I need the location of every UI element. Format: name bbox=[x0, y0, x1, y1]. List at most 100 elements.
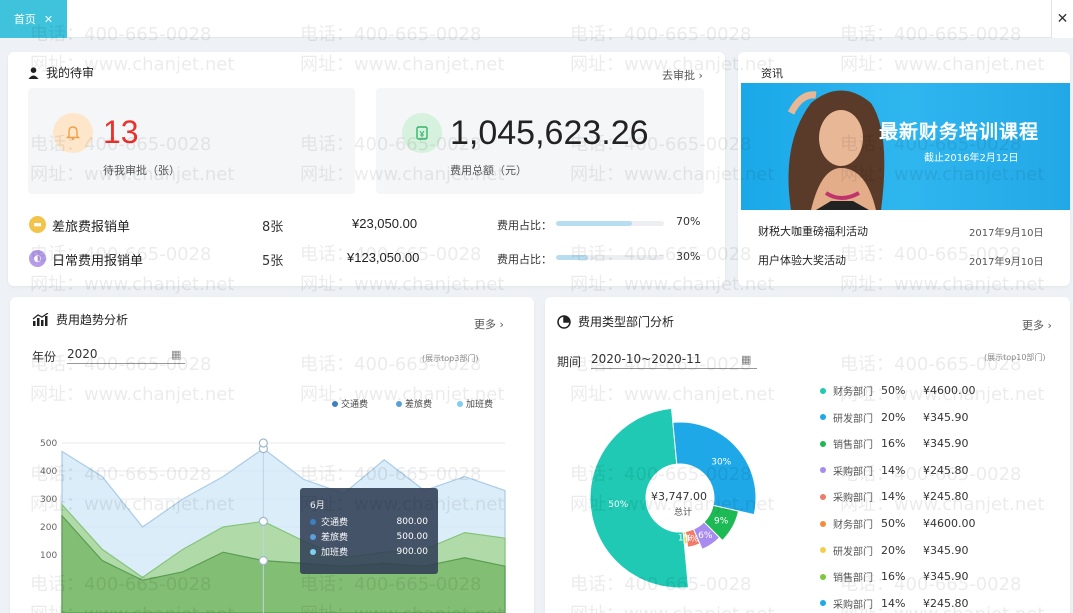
dept-legend-value: ¥345.90 bbox=[923, 570, 969, 584]
dept-hint: (展示top10部门) bbox=[984, 353, 1046, 362]
legend-transport: 交通费 bbox=[332, 397, 368, 410]
go-approve-link[interactable]: 去审批 › bbox=[662, 67, 703, 83]
dept-more-link[interactable]: 更多 › bbox=[1022, 317, 1052, 333]
top-tab-bar: 首页 ✕ ✕ bbox=[0, 0, 1073, 38]
tooltip-row-travel: 差旅费 500.00 bbox=[310, 530, 428, 543]
dept-legend-dot bbox=[820, 573, 826, 580]
dept-legend-value: ¥345.90 bbox=[923, 410, 969, 424]
dept-legend-row[interactable]: 财务部门 50% ¥4600.00 bbox=[820, 516, 993, 531]
total-label: 费用总额（元） bbox=[450, 164, 527, 177]
pending-label: 待我审批（张） bbox=[103, 164, 180, 177]
tooltip-overtime-name: 加班费 bbox=[321, 548, 349, 558]
dept-legend-name: 销售部门 bbox=[833, 573, 873, 585]
approval-title: 我的待审 bbox=[28, 64, 94, 81]
banner-title: 最新财务培训课程 bbox=[879, 121, 1040, 143]
dept-legend-dot bbox=[820, 520, 826, 527]
daily-expense-icon: ◐ bbox=[29, 250, 46, 267]
year-picker[interactable]: 2020 bbox=[67, 347, 185, 364]
tooltip-row-overtime: 加班费 900.00 bbox=[310, 545, 428, 558]
dept-legend-name: 财务部门 bbox=[833, 387, 873, 398]
dept-legend-name: 财务部门 bbox=[833, 520, 873, 531]
dept-legend-value: ¥245.80 bbox=[923, 596, 969, 610]
dept-legend-row[interactable]: 财务部门 50% ¥4600.00 bbox=[820, 383, 993, 398]
legend-transport-label: 交通费 bbox=[341, 400, 369, 410]
dept-legend-name: 研发部门 bbox=[833, 546, 873, 558]
dept-legend-name: 采购部门 bbox=[833, 493, 873, 505]
period-calendar-icon[interactable]: ▦ bbox=[741, 353, 751, 366]
period-label: 期间 bbox=[557, 355, 582, 369]
tooltip-overtime-value: 900.00 bbox=[396, 546, 429, 557]
legend-travel-label: 差旅费 bbox=[405, 400, 433, 410]
dept-legend-dot bbox=[820, 387, 826, 394]
donut-slice-label: 9% bbox=[714, 517, 729, 527]
pie-chart-icon bbox=[557, 314, 571, 329]
daily-expense-ratio-bar bbox=[556, 255, 664, 260]
wallet-icon bbox=[402, 113, 442, 153]
dept-legend-value: ¥345.90 bbox=[923, 543, 969, 557]
dept-legend-dot bbox=[820, 414, 826, 421]
dept-legend-pct: 14% bbox=[881, 490, 906, 504]
trend-title: 费用趋势分析 bbox=[32, 311, 128, 328]
dept-legend-row[interactable]: 研发部门 20% ¥345.90 bbox=[820, 410, 993, 425]
travel-expense-ratio-bar bbox=[556, 221, 664, 226]
dept-legend-row[interactable]: 采购部门 14% ¥245.80 bbox=[820, 596, 993, 611]
legend-travel: 差旅费 bbox=[396, 397, 432, 410]
total-amount: 1,045,623.26 bbox=[450, 114, 649, 152]
bell-icon bbox=[53, 113, 93, 153]
legend-travel-dot bbox=[396, 400, 402, 407]
dept-legend-row[interactable]: 采购部门 14% ¥245.80 bbox=[820, 463, 993, 478]
donut-center-value: ¥3,747.00 bbox=[651, 490, 707, 503]
trend-chart-icon bbox=[32, 313, 49, 326]
dept-legend-pct: 20% bbox=[881, 543, 906, 557]
dept-title: 费用类型部门分析 bbox=[557, 313, 674, 330]
dept-legend-row[interactable]: 采购部门 14% ¥245.80 bbox=[820, 489, 993, 504]
tooltip-travel-value: 500.00 bbox=[396, 531, 429, 542]
donut-slice-label: 6% bbox=[698, 531, 713, 541]
news-banner[interactable]: 最新财务培训课程 截止2016年2月12日 bbox=[741, 83, 1070, 210]
daily-expense-count: 5张 bbox=[262, 254, 284, 269]
trend-more-link[interactable]: 更多 › bbox=[474, 316, 504, 332]
dept-title-text: 费用类型部门分析 bbox=[578, 315, 675, 329]
dept-legend-pct: 16% bbox=[881, 570, 906, 584]
donut-slice-label: 30% bbox=[711, 458, 731, 468]
pending-count: 13 bbox=[103, 114, 139, 150]
model-portrait-image bbox=[787, 90, 885, 210]
travel-expense-ratio-label: 费用占比： bbox=[497, 219, 552, 232]
dept-legend-row[interactable]: 研发部门 20% ¥345.90 bbox=[820, 543, 993, 558]
daily-expense-name[interactable]: 日常费用报销单 bbox=[52, 250, 143, 269]
daily-expense-ratio-label: 费用占比： bbox=[497, 253, 552, 266]
news-title: 资讯 bbox=[761, 67, 783, 80]
dept-legend-value: ¥4600.00 bbox=[923, 517, 976, 530]
dept-legend-dot bbox=[820, 440, 826, 447]
tab-home[interactable]: 首页 ✕ bbox=[0, 0, 67, 38]
trend-card bbox=[10, 297, 534, 613]
dept-legend-row[interactable]: 销售部门 16% ¥345.90 bbox=[820, 436, 993, 451]
period-picker[interactable]: 2020-10~2020-11 bbox=[591, 352, 757, 369]
news-item-2-title[interactable]: 用户体验大奖活动 bbox=[758, 252, 846, 268]
tooltip-overtime-dot bbox=[310, 548, 316, 555]
tab-close-icon[interactable]: ✕ bbox=[44, 13, 53, 26]
dept-legend-name: 采购部门 bbox=[833, 599, 873, 611]
travel-expense-name[interactable]: 差旅费报销单 bbox=[52, 216, 130, 235]
trend-hint: (展示top3部门) bbox=[422, 354, 479, 363]
tooltip-row-transport: 交通费 800.00 bbox=[310, 515, 428, 528]
banner-subtitle: 截止2016年2月12日 bbox=[924, 153, 1019, 164]
tooltip-transport-name: 交通费 bbox=[321, 518, 349, 528]
calendar-icon[interactable]: ▦ bbox=[171, 348, 181, 361]
dept-legend-name: 研发部门 bbox=[833, 413, 873, 425]
window-close-icon[interactable]: ✕ bbox=[1051, 0, 1073, 38]
daily-expense-ratio-text: 30% bbox=[676, 250, 701, 263]
travel-expense-count: 8张 bbox=[262, 220, 284, 235]
dept-legend-pct: 20% bbox=[881, 410, 906, 424]
trend-tooltip: 6月 交通费 800.00 差旅费 500.00 加班费 900.00 bbox=[300, 488, 438, 574]
dept-legend-row[interactable]: 销售部门 16% ¥345.90 bbox=[820, 569, 993, 584]
news-item-1-title[interactable]: 财税大咖重磅福利活动 bbox=[758, 223, 868, 239]
dept-legend-dot bbox=[820, 467, 826, 474]
legend-overtime: 加班费 bbox=[457, 397, 493, 410]
tooltip-travel-name: 差旅费 bbox=[321, 533, 349, 543]
trend-title-text: 费用趋势分析 bbox=[56, 313, 129, 327]
dept-legend-dot bbox=[820, 493, 826, 500]
donut-slice-label: 50% bbox=[608, 500, 628, 510]
dept-legend-pct: 16% bbox=[881, 437, 906, 451]
legend-overtime-dot bbox=[457, 400, 463, 407]
